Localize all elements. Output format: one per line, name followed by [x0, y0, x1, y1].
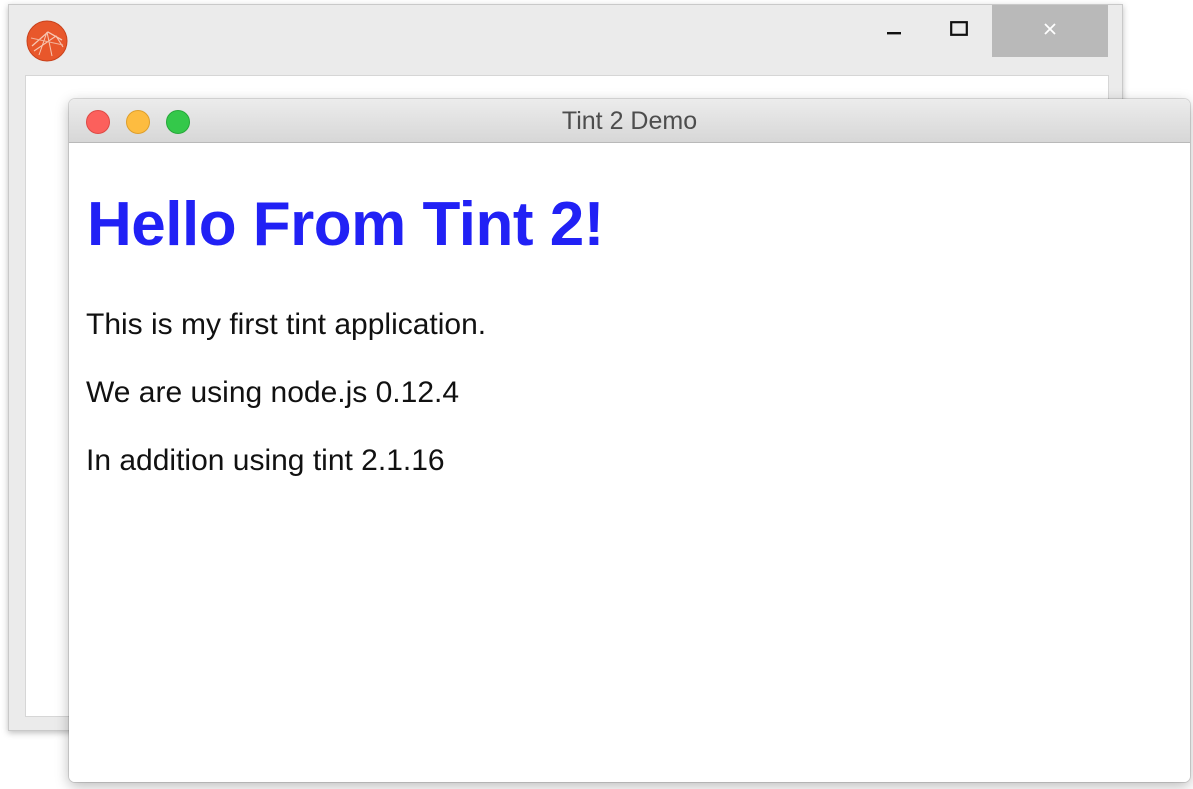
front-window: Tint 2 Demo Hello From Tint 2! This is m… [69, 99, 1190, 782]
window-title: Tint 2 Demo [561, 107, 698, 135]
paragraph-intro: This is my first tint application. [86, 308, 487, 341]
maximize-button[interactable] [931, 5, 987, 57]
paragraph-tint-version: In addition using tint 2.1.16 [86, 444, 445, 477]
maximize-icon [950, 20, 968, 42]
page-heading: Hello From Tint 2! [87, 190, 604, 259]
minimize-icon [886, 21, 902, 42]
close-icon [1042, 21, 1058, 42]
minimize-button[interactable] [866, 5, 922, 57]
close-button[interactable] [992, 5, 1108, 57]
back-window-titlebar[interactable] [9, 5, 1122, 62]
window-content: Hello From Tint 2! This is my first tint… [69, 143, 1190, 782]
front-window-titlebar[interactable]: Tint 2 Demo [69, 99, 1190, 143]
tint-logo-icon[interactable] [26, 20, 68, 62]
desktop: Tint 2 Demo Hello From Tint 2! This is m… [0, 0, 1193, 789]
paragraph-node-version: We are using node.js 0.12.4 [86, 376, 460, 409]
